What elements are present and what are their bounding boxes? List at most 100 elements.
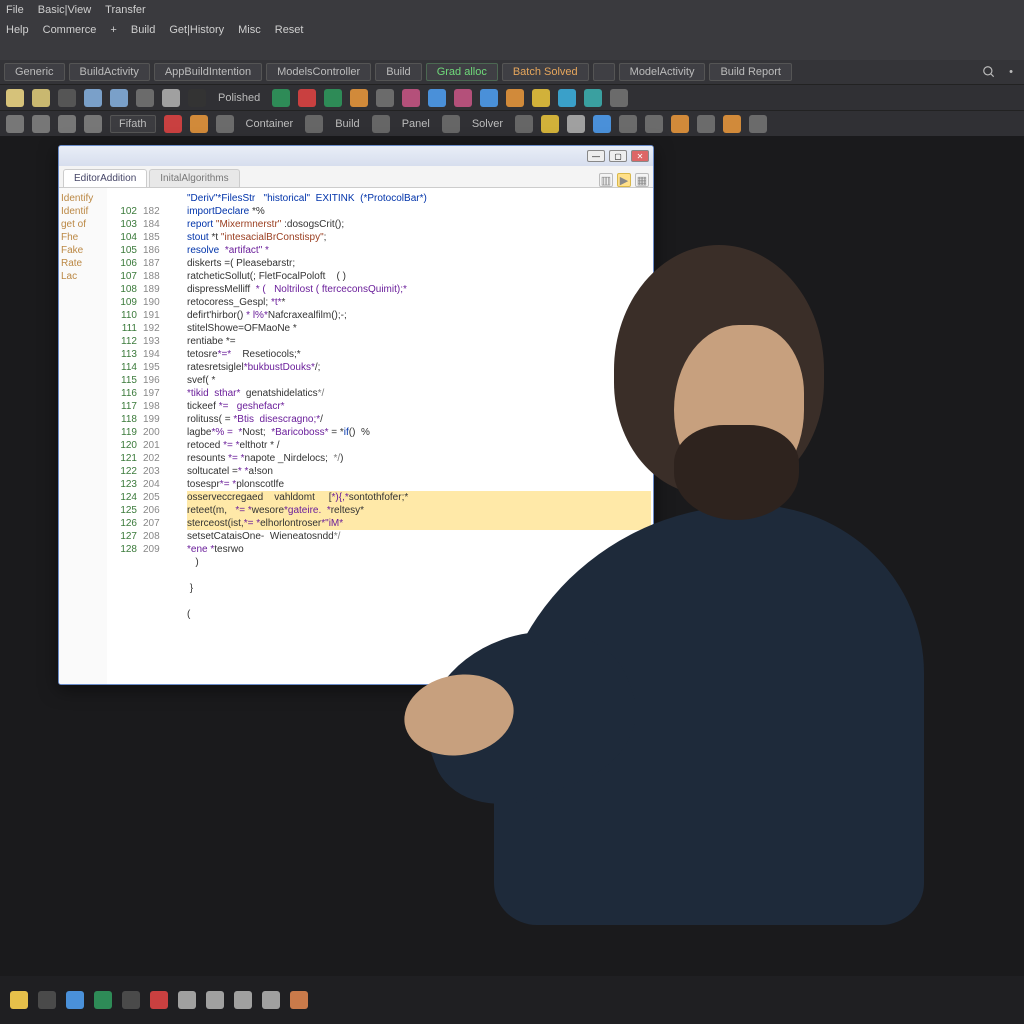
menu-item[interactable]: Misc bbox=[238, 24, 261, 36]
document-tab[interactable]: Generic bbox=[4, 63, 65, 81]
toolbar-icon[interactable] bbox=[162, 89, 180, 107]
toolbar-icon[interactable] bbox=[480, 89, 498, 107]
os-taskbar bbox=[0, 976, 1024, 1024]
taskbar-icon[interactable] bbox=[262, 991, 280, 1009]
toolbar-icon[interactable] bbox=[32, 89, 50, 107]
toolbar-label: Polished bbox=[214, 92, 264, 104]
taskbar-icon[interactable] bbox=[150, 991, 168, 1009]
document-tab[interactable]: BuildActivity bbox=[69, 63, 150, 81]
toolbar-icon[interactable] bbox=[515, 115, 533, 133]
settings-icon[interactable]: ▦ bbox=[635, 173, 649, 187]
menu-item[interactable]: File bbox=[6, 4, 24, 16]
toolbar-icon[interactable] bbox=[697, 115, 715, 133]
split-view-icon[interactable]: ▥ bbox=[599, 173, 613, 187]
toolbar-button[interactable]: Fifath bbox=[110, 115, 156, 133]
toolbar-icon[interactable] bbox=[216, 115, 234, 133]
toolbar-icon[interactable] bbox=[506, 89, 524, 107]
toolbar-icon[interactable] bbox=[190, 115, 208, 133]
toolbar-icon[interactable] bbox=[350, 89, 368, 107]
taskbar-icon[interactable] bbox=[38, 991, 56, 1009]
toolbar-icon[interactable] bbox=[376, 89, 394, 107]
toolbar-icon[interactable] bbox=[610, 89, 628, 107]
toolbar-icon[interactable] bbox=[645, 115, 663, 133]
line-number-gutter: 1021821031841041851051861061871071881081… bbox=[107, 188, 185, 684]
document-tab[interactable]: ModelActivity bbox=[619, 63, 706, 81]
code-area[interactable]: IdentifyIdentifget ofFheFakeRateLac 1021… bbox=[59, 188, 653, 684]
toolbar-icon[interactable] bbox=[136, 89, 154, 107]
code-text[interactable]: "Deriv"*FilesStr "historical" EXITINK (*… bbox=[185, 188, 653, 684]
document-tab[interactable]: Batch Solved bbox=[502, 63, 589, 81]
run-icon[interactable]: ▶ bbox=[617, 173, 631, 187]
menu-item[interactable]: Help bbox=[6, 24, 29, 36]
taskbar-icon[interactable] bbox=[94, 991, 112, 1009]
menu-item[interactable]: Transfer bbox=[105, 4, 146, 16]
document-tab[interactable]: ModelsController bbox=[266, 63, 371, 81]
menu-item[interactable]: Reset bbox=[275, 24, 304, 36]
toolbar-icon[interactable] bbox=[58, 89, 76, 107]
menu-row-2: Help Commerce + Build Get|History Misc Reset bbox=[0, 20, 1024, 40]
file-tab[interactable]: InitalAlgorithms bbox=[149, 169, 239, 187]
toolbar-icon[interactable] bbox=[619, 115, 637, 133]
more-icon[interactable]: • bbox=[1002, 63, 1020, 81]
toolbar-icon[interactable] bbox=[298, 89, 316, 107]
toolbar-icon[interactable] bbox=[671, 115, 689, 133]
menu-item[interactable]: + bbox=[110, 24, 116, 36]
toolbar-icon[interactable] bbox=[6, 115, 24, 133]
toolbar-icon[interactable] bbox=[188, 89, 206, 107]
toolbar-label[interactable]: Solver bbox=[468, 118, 507, 130]
window-titlebar[interactable]: — ▢ ✕ bbox=[59, 146, 653, 166]
menu-bar: File Basic|View Transfer Help Commerce + Buil… bbox=[0, 0, 1024, 60]
toolbar-icon[interactable] bbox=[6, 89, 24, 107]
toolbar-icon[interactable] bbox=[723, 115, 741, 133]
toolbar-icon[interactable] bbox=[567, 115, 585, 133]
toolbar-icon[interactable] bbox=[324, 89, 342, 107]
taskbar-icon[interactable] bbox=[122, 991, 140, 1009]
taskbar-icon[interactable] bbox=[290, 991, 308, 1009]
toolbar-icon[interactable] bbox=[372, 115, 390, 133]
toolbar-icon[interactable] bbox=[749, 115, 767, 133]
taskbar-icon[interactable] bbox=[206, 991, 224, 1009]
toolbar-icon[interactable] bbox=[593, 115, 611, 133]
menu-item[interactable]: Get|History bbox=[169, 24, 224, 36]
toolbar-icon[interactable] bbox=[428, 89, 446, 107]
menu-item[interactable]: Commerce bbox=[43, 24, 97, 36]
window-close-button[interactable]: ✕ bbox=[631, 150, 649, 162]
code-editor-window: — ▢ ✕ EditorAdditionInitalAlgorithms ▥ ▶… bbox=[58, 145, 654, 685]
taskbar-icon[interactable] bbox=[178, 991, 196, 1009]
toolbar-icon[interactable] bbox=[272, 89, 290, 107]
file-tab-bar: EditorAdditionInitalAlgorithms ▥ ▶ ▦ bbox=[59, 166, 653, 188]
toolbar-icon[interactable] bbox=[305, 115, 323, 133]
toolbar-icon[interactable] bbox=[84, 89, 102, 107]
taskbar-icon[interactable] bbox=[66, 991, 84, 1009]
toolbar-icon[interactable] bbox=[58, 115, 76, 133]
toolbar-label[interactable]: Container bbox=[242, 118, 298, 130]
toolbar-label[interactable]: Build bbox=[331, 118, 363, 130]
window-maximize-button[interactable]: ▢ bbox=[609, 150, 627, 162]
toolbar-icon[interactable] bbox=[164, 115, 182, 133]
toolbar-icon[interactable] bbox=[584, 89, 602, 107]
toolbar-icon[interactable] bbox=[402, 89, 420, 107]
toolbar-icon[interactable] bbox=[541, 115, 559, 133]
toolbar-icon[interactable] bbox=[532, 89, 550, 107]
icon-toolbar-secondary: Fifath Container Build Panel Solver bbox=[0, 110, 1024, 136]
document-tab[interactable]: AppBuildIntention bbox=[154, 63, 262, 81]
toolbar-icon[interactable] bbox=[110, 89, 128, 107]
toolbar-icon[interactable] bbox=[442, 115, 460, 133]
taskbar-icon[interactable] bbox=[234, 991, 252, 1009]
file-tab[interactable]: EditorAddition bbox=[63, 169, 147, 187]
document-tab[interactable] bbox=[593, 63, 615, 81]
toolbar-icon[interactable] bbox=[454, 89, 472, 107]
document-tab[interactable]: Build bbox=[375, 63, 421, 81]
toolbar-label[interactable]: Panel bbox=[398, 118, 434, 130]
menu-item[interactable]: Basic|View bbox=[38, 4, 91, 16]
toolbar-icon[interactable] bbox=[32, 115, 50, 133]
window-minimize-button[interactable]: — bbox=[587, 150, 605, 162]
document-tab[interactable]: Grad alloc bbox=[426, 63, 498, 81]
menu-item[interactable]: Build bbox=[131, 24, 155, 36]
menu-row-1: File Basic|View Transfer bbox=[0, 0, 1024, 20]
search-icon[interactable] bbox=[980, 63, 998, 81]
document-tab[interactable]: Build Report bbox=[709, 63, 792, 81]
taskbar-icon[interactable] bbox=[10, 991, 28, 1009]
toolbar-icon[interactable] bbox=[558, 89, 576, 107]
toolbar-icon[interactable] bbox=[84, 115, 102, 133]
